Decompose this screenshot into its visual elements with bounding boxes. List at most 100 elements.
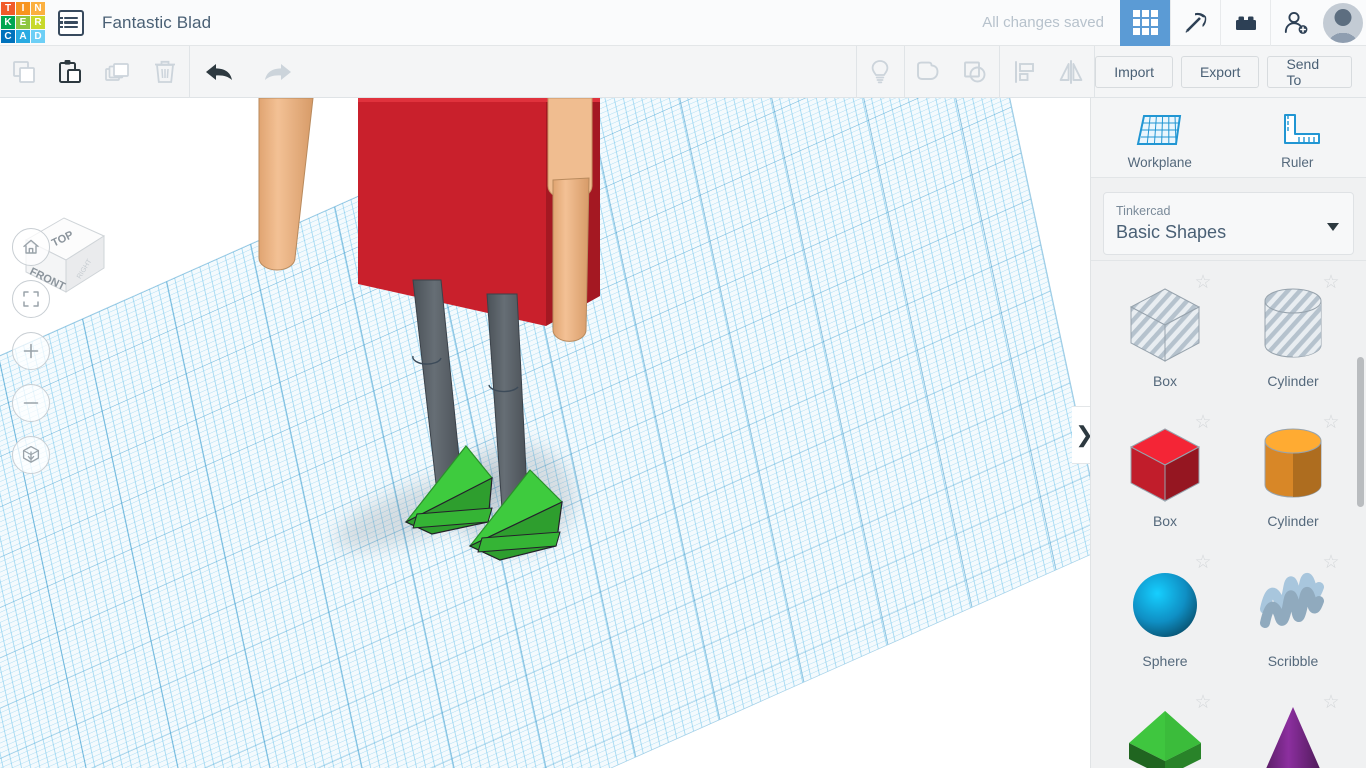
pickaxe-icon bbox=[1184, 12, 1206, 33]
perspective-toggle-button[interactable] bbox=[12, 436, 50, 474]
shape-item[interactable]: ☆ Scribble bbox=[1229, 547, 1357, 687]
favorite-star-icon[interactable]: ☆ bbox=[1321, 273, 1341, 293]
ruler-icon bbox=[1284, 113, 1321, 144]
add-person-icon bbox=[1284, 11, 1307, 34]
library-dropdown[interactable]: Tinkercad Basic Shapes bbox=[1103, 192, 1354, 256]
group-shapes-icon bbox=[917, 61, 939, 80]
workplane-tool[interactable]: Workplane bbox=[1091, 112, 1229, 170]
model-shadow bbox=[450, 443, 575, 553]
avatar-image bbox=[1323, 2, 1363, 43]
shape-list[interactable]: ☆ Box ☆ Cylinder ☆ Box ☆ Cylinder ☆ Sphere ☆ … bbox=[1091, 260, 1366, 768]
shape-label: Scribble bbox=[1267, 653, 1319, 669]
tinkercad-app: TIN KER CAD Fantastic Blad All changes sav… bbox=[0, 0, 1366, 768]
grid-icon bbox=[1133, 10, 1158, 35]
action-buttons: Import Export Send To bbox=[1095, 55, 1366, 88]
favorite-star-icon[interactable]: ☆ bbox=[1321, 553, 1341, 573]
fit-to-view-button[interactable] bbox=[12, 280, 50, 318]
shape-list-scrollbar[interactable] bbox=[1355, 261, 1365, 768]
shape-label: Box bbox=[1152, 513, 1178, 529]
shape-label: Cylinder bbox=[1267, 513, 1319, 529]
favorite-star-icon[interactable]: ☆ bbox=[1193, 413, 1213, 433]
tinkercad-logo[interactable]: TIN KER CAD bbox=[0, 0, 46, 46]
ungroup-button[interactable] bbox=[952, 46, 999, 98]
export-button[interactable]: Export bbox=[1180, 55, 1260, 88]
cube-box-icon bbox=[22, 445, 40, 463]
blocks-button[interactable] bbox=[1220, 0, 1270, 46]
library-dropdown-wrap: Tinkercad Basic Shapes bbox=[1091, 178, 1366, 267]
delete-button[interactable] bbox=[141, 46, 188, 98]
workplane-grid-icon bbox=[1136, 114, 1181, 145]
shape-item[interactable]: ☆ Roof bbox=[1101, 687, 1229, 768]
mirror-button[interactable] bbox=[1047, 46, 1094, 98]
shape-label: Sphere bbox=[1142, 653, 1188, 669]
ruler-tool-label: Ruler bbox=[1281, 154, 1314, 170]
logo-tile-d: D bbox=[31, 30, 45, 43]
undo-arrow-icon bbox=[206, 63, 233, 80]
home-view-button[interactable] bbox=[12, 228, 50, 266]
logo-tile-c: C bbox=[1, 30, 15, 43]
shape-item[interactable]: ☆ Sphere bbox=[1101, 547, 1229, 687]
paste-button[interactable] bbox=[47, 46, 94, 98]
logo-tile-r: R bbox=[31, 16, 45, 29]
save-status: All changes saved bbox=[982, 14, 1104, 31]
page-title: Fantastic Blad bbox=[102, 12, 212, 32]
lightbulb-icon bbox=[871, 59, 889, 83]
trash-icon bbox=[155, 60, 176, 83]
undo-button[interactable] bbox=[190, 46, 249, 98]
duplicate-button[interactable] bbox=[94, 46, 141, 98]
shapes-panel: Workplane Ruler Tinkercad Basic Shapes ☆… bbox=[1090, 98, 1366, 768]
chevron-down-icon bbox=[1327, 223, 1339, 231]
lego-brick-icon bbox=[1235, 16, 1256, 30]
invite-button[interactable] bbox=[1270, 0, 1320, 46]
fit-brackets-icon bbox=[23, 291, 39, 307]
workplane-grid bbox=[0, 98, 1090, 768]
edit-toolbar: Import Export Send To bbox=[0, 45, 1366, 98]
logo-tile-n: N bbox=[31, 2, 45, 15]
copy-icon bbox=[12, 60, 35, 83]
zoom-out-button[interactable] bbox=[12, 384, 50, 422]
logo-tile-k: K bbox=[1, 16, 15, 29]
pickaxe-button[interactable] bbox=[1170, 0, 1220, 46]
ungroup-shapes-icon bbox=[964, 61, 986, 82]
logo-tile-i: I bbox=[16, 2, 30, 15]
home-icon bbox=[23, 239, 39, 254]
workplane-tool-label: Workplane bbox=[1127, 154, 1192, 170]
library-name-label: Basic Shapes bbox=[1116, 221, 1227, 242]
user-avatar[interactable] bbox=[1320, 0, 1366, 46]
grid-view-button[interactable] bbox=[1120, 0, 1170, 46]
copy-button[interactable] bbox=[0, 46, 47, 98]
shape-item[interactable]: ☆ Cylinder bbox=[1229, 267, 1357, 407]
zoom-in-button[interactable] bbox=[12, 332, 50, 370]
redo-button[interactable] bbox=[249, 46, 308, 98]
shape-item[interactable]: ☆ Cylinder bbox=[1229, 407, 1357, 547]
scrollbar-thumb[interactable] bbox=[1357, 357, 1364, 507]
minus-icon bbox=[23, 402, 39, 404]
logo-tile-e: E bbox=[16, 16, 30, 29]
logo-tile-t: T bbox=[1, 2, 15, 15]
send-to-button[interactable]: Send To bbox=[1267, 55, 1352, 88]
duplicate-icon bbox=[105, 62, 129, 81]
plus-icon bbox=[23, 343, 39, 359]
import-button[interactable]: Import bbox=[1095, 55, 1173, 88]
favorite-star-icon[interactable]: ☆ bbox=[1193, 693, 1213, 713]
favorite-star-icon[interactable]: ☆ bbox=[1321, 413, 1341, 433]
shape-item[interactable]: ☆ Box bbox=[1101, 267, 1229, 407]
redo-arrow-icon bbox=[265, 63, 292, 80]
mirror-flip-icon bbox=[1059, 59, 1083, 84]
library-source-label: Tinkercad bbox=[1116, 204, 1171, 218]
favorite-star-icon[interactable]: ☆ bbox=[1321, 693, 1341, 713]
project-list-icon[interactable] bbox=[58, 9, 84, 36]
paste-icon bbox=[58, 59, 81, 83]
shape-item[interactable]: ☆ Box bbox=[1101, 407, 1229, 547]
shape-grid: ☆ Box ☆ Cylinder ☆ Box ☆ Cylinder ☆ Sphere ☆ … bbox=[1091, 261, 1366, 768]
align-button[interactable] bbox=[1000, 46, 1047, 98]
3d-viewport[interactable]: TOP FRONT RIGHT bbox=[0, 98, 1090, 768]
favorite-star-icon[interactable]: ☆ bbox=[1193, 553, 1213, 573]
favorite-star-icon[interactable]: ☆ bbox=[1193, 273, 1213, 293]
shape-item[interactable]: ☆ Cone bbox=[1229, 687, 1357, 768]
hint-button[interactable] bbox=[857, 46, 904, 98]
app-header: TIN KER CAD Fantastic Blad All changes sav… bbox=[0, 0, 1366, 46]
group-button[interactable] bbox=[905, 46, 952, 98]
ruler-tool[interactable]: Ruler bbox=[1229, 112, 1366, 170]
shape-label: Box bbox=[1152, 373, 1178, 389]
